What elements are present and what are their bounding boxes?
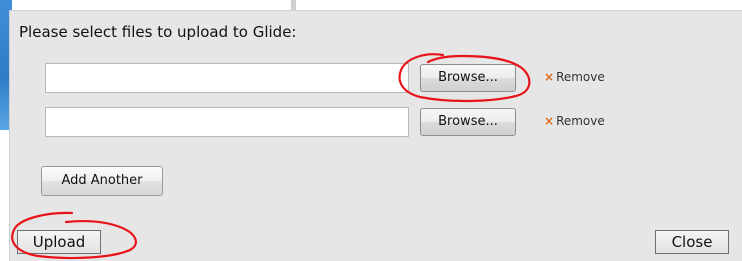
- file-path-field[interactable]: [45, 63, 409, 93]
- browse-button[interactable]: Browse...: [420, 64, 516, 92]
- x-icon: ×: [544, 70, 555, 84]
- dialog-prompt: Please select files to upload to Glide:: [19, 23, 297, 41]
- remove-link[interactable]: × Remove: [544, 114, 605, 128]
- browse-button[interactable]: Browse...: [420, 108, 516, 136]
- x-icon: ×: [544, 114, 555, 128]
- screen: Please select files to upload to Glide: …: [0, 0, 742, 261]
- upload-dialog: Please select files to upload to Glide: …: [9, 10, 742, 261]
- remove-link[interactable]: × Remove: [544, 70, 605, 84]
- file-row: Browse... × Remove: [45, 107, 665, 137]
- upload-button[interactable]: Upload: [17, 230, 101, 254]
- remove-label: Remove: [556, 114, 605, 128]
- add-another-button[interactable]: Add Another: [41, 166, 163, 196]
- file-row: Browse... × Remove: [45, 63, 665, 93]
- remove-label: Remove: [556, 70, 605, 84]
- file-path-field[interactable]: [45, 107, 409, 137]
- close-button[interactable]: Close: [655, 230, 729, 254]
